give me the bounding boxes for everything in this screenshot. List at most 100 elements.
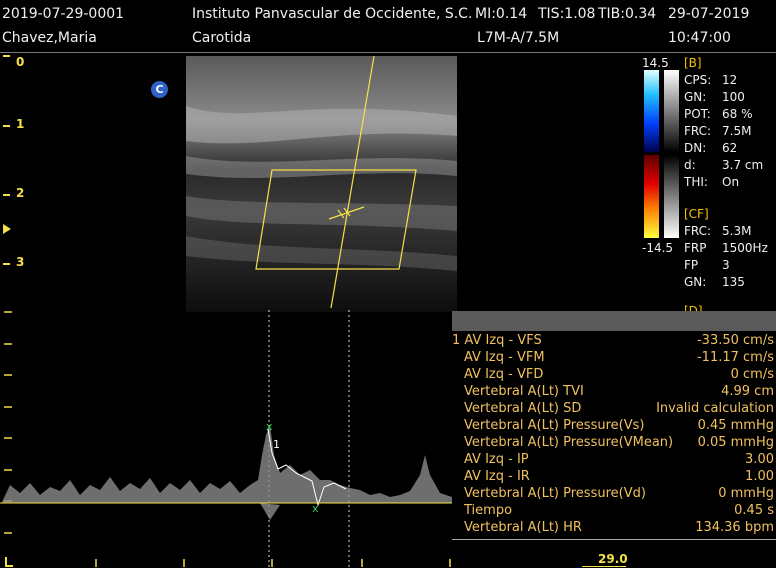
measurement-row[interactable]: AV Izq - IP 3.00 [464,452,774,469]
measurement-row[interactable]: AV Izq - IR 1.00 [464,469,774,486]
institution-name: Instituto Panvascular de Occidente, S.C. [192,6,473,22]
exam-date: 29-07-2019 [668,6,750,22]
orientation-marker-icon: C [151,81,168,98]
sweep-speed-underline [582,566,626,567]
end-caliper-icon[interactable]: x [312,502,319,515]
measurement-row[interactable]: Vertebral A(Lt) Pressure(VMean) 0.05 mmHg [464,435,774,452]
measurement-value: 1.00 [745,469,774,484]
measurement-label: Vertebral A(Lt) Pressure(Vs) [464,418,645,433]
grayscale-bar [664,70,679,152]
doppler-spectrum[interactable]: x x 1 [0,305,460,568]
exam-id: 2019-07-29-0001 [2,6,125,22]
param-row: FRP 1500Hz [684,241,774,258]
param-row: CPS: 12 [684,73,774,90]
measurement-value: 134.36 bpm [695,520,774,535]
measurement-row[interactable]: Vertebral A(Lt) Pressure(Vs) 0.45 mmHg [464,418,774,435]
measurement-row[interactable]: Vertebral A(Lt) Pressure(Vd) 0 mmHg [464,486,774,503]
depth-tick [3,125,10,127]
tissue-background [186,56,457,312]
measurement-row[interactable]: AV Izq - VFD 0 cm/s [464,367,774,384]
measurement-value: 0.45 s [734,503,774,518]
time-axis-ticks [5,557,451,567]
measurement-row[interactable]: Tiempo 0.45 s [464,503,774,520]
measurement-value: -11.17 cm/s [696,350,774,365]
measurement-row[interactable]: AV Izq - VFM -11.17 cm/s [464,350,774,367]
param-value: 7.5M [722,124,752,138]
b-mode-image[interactable] [186,56,457,312]
param-value: On [722,175,740,189]
measurement-label: AV Izq - VFM [464,350,545,365]
measurement-row[interactable]: 1 AV Izq - VFS -33.50 cm/s [452,333,774,350]
measurement-panel-header [452,311,776,331]
exam-time: 10:47:00 [668,30,731,46]
param-value: 1500Hz [722,241,768,255]
measurement-panel-divider [452,539,776,540]
tis-value: TIS:1.08 [538,6,596,22]
param-value: 12 [722,73,738,87]
measurement-value: 0 cm/s [730,367,774,382]
focus-marker-icon[interactable] [3,224,11,234]
param-row: DN: 62 [684,141,774,158]
depth-label-1: 1 [16,117,25,131]
param-key: POT: [684,107,711,121]
cf-params-header: [CF] [684,207,709,221]
patient-name: Chavez,Maria [2,30,97,46]
measurement-value: 3.00 [745,452,774,467]
param-value: 62 [722,141,738,155]
param-row: FP 3 [684,258,774,275]
measurement-value: Invalid calculation [656,401,774,416]
param-key: THI: [684,175,708,189]
measurement-label: AV Izq - VFD [464,367,544,382]
peak-caliper-icon[interactable]: x [266,420,273,433]
param-key: GN: [684,90,707,104]
measurement-value: 0 mmHg [718,486,774,501]
b-params-list: CPS: 12 GN: 100 POT: 68 % FRC: 7.5M DN: 62 d:… [684,73,774,192]
tib-value: TIB:0.34 [598,6,657,22]
measurement-panel: 1 AV Izq - VFS -33.50 cm/s AV Izq - VFM -1… [452,331,776,539]
param-value: 5.3M [722,224,752,238]
depth-tick [3,194,10,196]
param-row: FRC: 5.3M [684,224,774,241]
param-key: d: [684,158,696,172]
param-key: FRC: [684,224,712,238]
measurement-label: AV Izq - IP [464,452,529,467]
measurement-label: Vertebral A(Lt) TVI [464,384,584,399]
depth-tick [3,263,10,265]
param-row: d: 3.7 cm [684,158,774,175]
param-row: GN: 100 [684,90,774,107]
color-velocity-bar-negative [644,70,659,152]
velocity-scale-top: 14.5 [642,56,669,70]
param-row: THI: On [684,175,774,192]
param-value: 3 [722,258,730,272]
caliper-number: 1 [273,438,280,451]
measurement-value: 0.05 mmHg [697,435,774,450]
probe-name: L7M-A/7.5M [477,30,560,46]
param-value: 3.7 cm [722,158,764,172]
header-divider [0,52,776,53]
measurement-row[interactable]: Vertebral A(Lt) SD Invalid calculation [464,401,774,418]
color-velocity-bar-positive [644,155,659,238]
measurement-value: 4.99 cm [721,384,774,399]
measurement-value: 0.45 mmHg [697,418,774,433]
depth-label-0: 0 [16,55,25,69]
d-params-header: [D] [684,304,703,311]
depth-label-3: 3 [16,255,25,269]
velocity-scale-bottom: -14.5 [642,241,674,255]
param-row: GN: 135 [684,275,774,292]
measurement-label: Tiempo [464,503,513,518]
measurement-label: Vertebral A(Lt) HR [464,520,582,535]
param-key: DN: [684,141,707,155]
param-value: 100 [722,90,745,104]
study-name: Carotida [192,30,252,46]
measurement-row[interactable]: Vertebral A(Lt) HR 134.36 bpm [464,520,774,537]
param-key: FRP [684,241,707,255]
param-key: CPS: [684,73,712,87]
depth-label-2: 2 [16,186,25,200]
param-key: GN: [684,275,707,289]
param-value: 68 % [722,107,753,121]
measurement-label: Vertebral A(Lt) Pressure(Vd) [464,486,646,501]
spectral-waveform [2,425,452,520]
measurement-label: Vertebral A(Lt) SD [464,401,582,416]
grayscale-bar [664,155,679,238]
measurement-row[interactable]: Vertebral A(Lt) TVI 4.99 cm [464,384,774,401]
